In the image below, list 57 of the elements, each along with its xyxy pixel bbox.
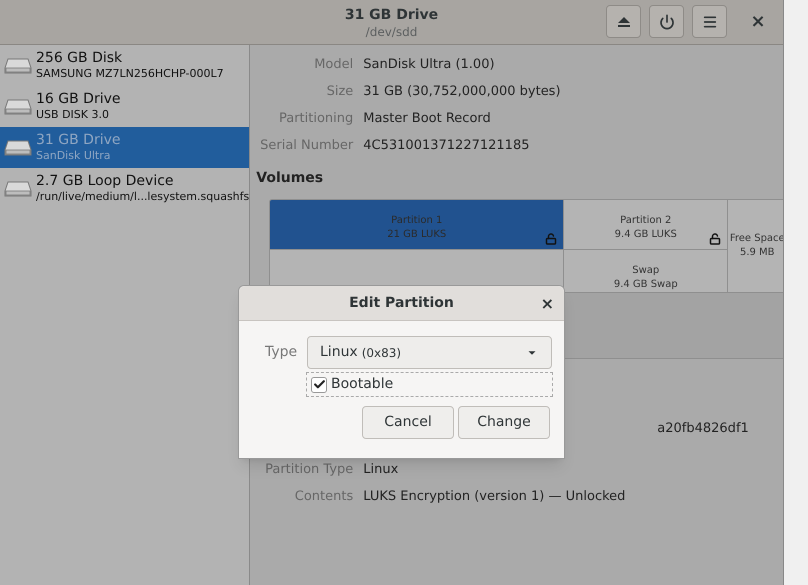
drive-item[interactable]: 256 GB Disk SAMSUNG MZ7LN256HCHP-000L7: [0, 45, 250, 86]
type-dropdown[interactable]: Linux (0x83): [307, 336, 552, 369]
partition-name: Partition 2: [620, 214, 672, 228]
free-space-size: 5.9 MB: [740, 246, 775, 260]
drive-title: 16 GB Drive: [36, 91, 120, 108]
dialog-button[interactable]: Change: [458, 406, 550, 439]
free-space-name: Free Space: [730, 232, 785, 246]
window-title: 31 GB Drive: [344, 6, 438, 24]
property-label: Model: [313, 56, 354, 74]
property-label: Serial Number: [259, 136, 354, 155]
partition-name: Swap: [632, 264, 660, 278]
property-value: a20fb4826df1: [657, 420, 749, 438]
drive-icon: [4, 138, 32, 156]
drive-item[interactable]: 16 GB Drive USB DISK 3.0: [0, 86, 250, 127]
close-button[interactable]: ×: [540, 292, 554, 316]
property-value: Linux: [363, 460, 398, 479]
property-label: Contents: [294, 488, 354, 506]
volumes-heading: Volumes: [256, 169, 324, 188]
menu-icon: [702, 14, 718, 30]
drive-subtitle: SAMSUNG MZ7LN256HCHP-000L7: [36, 67, 224, 81]
checkbox-box[interactable]: [311, 376, 327, 392]
partition-block[interactable]: Swap 9.4 GB Swap: [564, 250, 728, 292]
property-label: Partition Type: [264, 460, 354, 479]
eject-button[interactable]: [606, 5, 641, 38]
bootable-checkbox[interactable]: Bootable: [306, 372, 553, 397]
property-value: Master Boot Record: [363, 110, 491, 128]
dialog-title: Edit Partition: [349, 294, 454, 312]
drive-icon: [4, 56, 32, 74]
property-value: LUKS Encryption (version 1) — Unlocked: [363, 488, 626, 506]
partition-detail: 9.4 GB Swap: [614, 278, 678, 292]
power-button[interactable]: [649, 5, 684, 38]
property-value: 31 GB (30,752,000,000 bytes): [363, 82, 561, 101]
window-subtitle: /dev/sdd: [366, 24, 418, 40]
drive-subtitle: USB DISK 3.0: [36, 108, 110, 122]
drive-title: 31 GB Drive: [36, 132, 120, 149]
close-button[interactable]: ×: [743, 5, 773, 38]
property-label: Size: [326, 82, 354, 101]
check-icon: [312, 378, 326, 391]
property-value: 4C531001371227121185: [363, 136, 530, 155]
property-label: Partitioning: [278, 110, 354, 128]
drive-subtitle: /run/live/medium/l...lesystem.squashfs: [36, 190, 250, 204]
dialog-button[interactable]: Cancel: [362, 406, 454, 439]
drive-icon: [4, 98, 32, 116]
partition-block[interactable]: Partition 2 9.4 GB LUKS: [564, 200, 728, 249]
drive-subtitle: SanDisk Ultra: [36, 149, 112, 163]
power-icon: [658, 14, 674, 30]
partition-detail: 21 GB LUKS: [387, 228, 446, 242]
type-label: Type: [265, 343, 298, 362]
partition-detail: 9.4 GB LUKS: [614, 228, 677, 242]
eject-icon: [616, 14, 630, 28]
drive-title: 2.7 GB Loop Device: [36, 173, 175, 190]
drive-icon: [4, 180, 32, 198]
drive-item[interactable]: 2.7 GB Loop Device /run/live/medium/l...lesystem.squashfs: [0, 168, 250, 209]
partition-name: Partition 1: [391, 214, 442, 228]
property-value: SanDisk Ultra (1.00): [363, 56, 495, 74]
menu-button[interactable]: [692, 5, 727, 38]
drive-title: 256 GB Disk: [36, 50, 124, 67]
